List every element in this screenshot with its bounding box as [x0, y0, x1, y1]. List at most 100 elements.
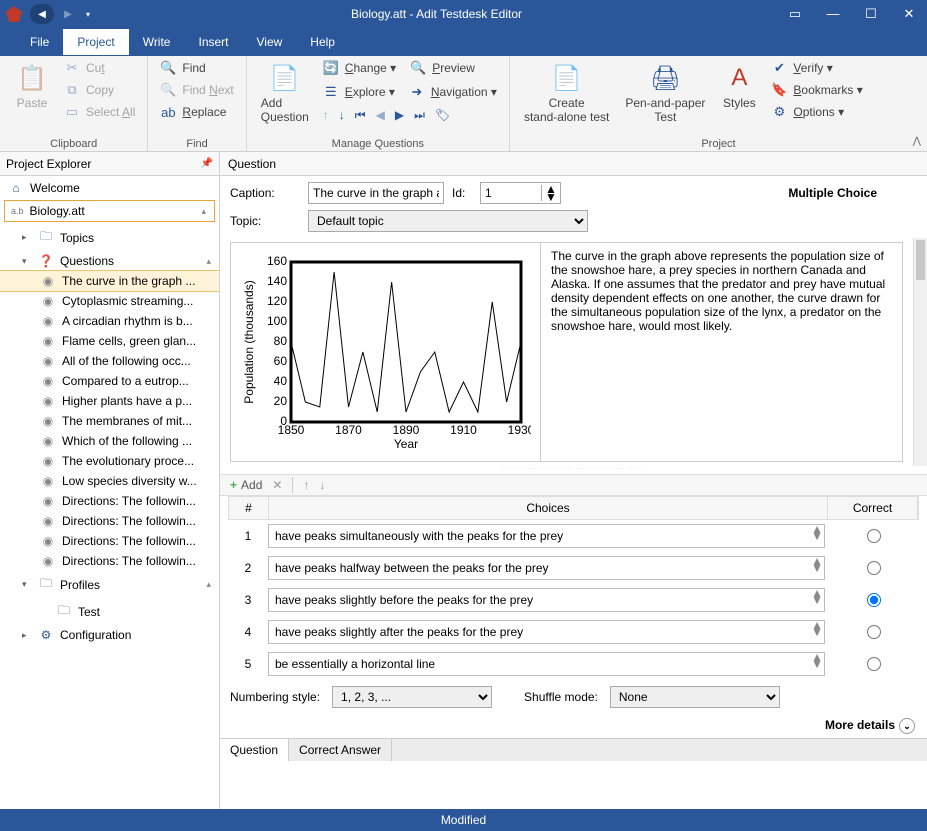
file-item[interactable]: a.bBiology.att▴ [4, 200, 215, 222]
choice-text-input[interactable] [268, 588, 825, 612]
id-down-icon[interactable]: ▼ [542, 193, 560, 201]
verify-button[interactable]: ✔Verify ▾ [767, 58, 866, 78]
topics-node[interactable]: ▸🗀Topics [0, 224, 219, 251]
question-item[interactable]: ◉Compared to a eutrop... [0, 371, 219, 391]
styles-icon: A [723, 62, 755, 94]
preview-scrollbar[interactable] [913, 238, 927, 466]
bookmarks-button[interactable]: 🔖Bookmarks ▾ [767, 80, 866, 100]
question-item[interactable]: ◉Directions: The followin... [0, 551, 219, 571]
question-item[interactable]: ◉Flame cells, green glan... [0, 331, 219, 351]
question-item[interactable]: ◉Higher plants have a p... [0, 391, 219, 411]
question-item[interactable]: ◉Which of the following ... [0, 431, 219, 451]
replace-button[interactable]: abReplace [156, 102, 237, 122]
bullet-icon: ◉ [40, 414, 56, 428]
tab-question[interactable]: Question [220, 739, 289, 761]
topic-select[interactable]: Default topic [308, 210, 588, 232]
add-question-button[interactable]: 📄 Add Question [255, 58, 315, 128]
maximize-button[interactable]: ☐ [859, 6, 883, 22]
splitter[interactable]: ······································· [220, 466, 927, 474]
question-item[interactable]: ◉The curve in the graph ... [0, 271, 219, 291]
menu-view[interactable]: View [243, 29, 297, 55]
choice-text-input[interactable] [268, 620, 825, 644]
options-button[interactable]: ⚙Options ▾ [767, 102, 866, 122]
chevron-down-icon: ⌄ [899, 718, 915, 734]
id-spinner[interactable]: ▲▼ [480, 182, 561, 204]
change-button[interactable]: 🔄Change ▾ [319, 58, 400, 78]
find-next-button: 🔍Find Next [156, 80, 237, 100]
question-item[interactable]: ◉Directions: The followin... [0, 491, 219, 511]
more-details-button[interactable]: More details⌄ [220, 714, 927, 738]
add-choice-button[interactable]: +Add [230, 478, 262, 492]
find-button[interactable]: 🔍Find [156, 58, 237, 78]
nav-bookmark-icon[interactable]: 🏷 [435, 108, 450, 123]
minimize-button[interactable]: — [821, 6, 845, 22]
profile-test-item[interactable]: 🗀Test [0, 598, 219, 625]
bullet-icon: ◉ [40, 274, 56, 288]
pin-icon[interactable]: 📌 [201, 158, 213, 169]
create-standalone-button[interactable]: 📄 Create stand-alone test [518, 58, 615, 128]
correct-radio[interactable] [867, 593, 881, 607]
navigation-button[interactable]: ➜Navigation ▾ [405, 82, 501, 102]
choice-down-icon[interactable]: ▼ [811, 597, 823, 604]
content-area: Question Caption: Id: ▲▼ Multiple Choice… [220, 152, 927, 809]
choices-toolbar: +Add ✕ ↑ ↓ [220, 474, 927, 496]
explore-button[interactable]: ☰Explore ▾ [319, 82, 399, 102]
menu-insert[interactable]: Insert [184, 29, 242, 55]
svg-text:60: 60 [273, 354, 287, 368]
gear-icon: ⚙ [38, 628, 54, 642]
nav-first-icon[interactable]: ⏮ [355, 108, 366, 123]
choice-down-icon[interactable]: ▼ [811, 565, 823, 572]
preview-button[interactable]: 🔍Preview [406, 58, 479, 78]
choice-text-input[interactable] [268, 524, 825, 548]
id-input[interactable] [481, 186, 541, 200]
question-item[interactable]: ◉Directions: The followin... [0, 531, 219, 551]
question-item[interactable]: ◉Cytoplasmic streaming... [0, 291, 219, 311]
correct-radio[interactable] [867, 625, 881, 639]
questions-node[interactable]: ▾❓Questions▴ [0, 251, 219, 271]
menu-file[interactable]: File [16, 29, 63, 55]
move-up-button[interactable]: ↑ [303, 478, 309, 492]
tab-correct-answer[interactable]: Correct Answer [289, 739, 392, 761]
correct-radio[interactable] [867, 657, 881, 671]
bullet-icon: ◉ [40, 494, 56, 508]
svg-text:20: 20 [273, 394, 287, 408]
nav-back-button[interactable]: ◀ [30, 4, 54, 24]
styles-button[interactable]: A Styles [715, 58, 763, 114]
numbering-select[interactable]: 1, 2, 3, ... [332, 686, 492, 708]
menu-write[interactable]: Write [129, 29, 185, 55]
move-down-button[interactable]: ↓ [319, 478, 325, 492]
nav-last-icon[interactable]: ⏭ [414, 108, 425, 123]
nav-down-icon[interactable]: ↓ [339, 108, 345, 123]
caption-label: Caption: [230, 186, 300, 200]
delete-choice-button[interactable]: ✕ [272, 478, 282, 492]
choice-number: 5 [228, 657, 268, 671]
pen-paper-test-button[interactable]: 🖨 Pen-and-paper Test [619, 58, 711, 128]
question-item[interactable]: ◉The membranes of mit... [0, 411, 219, 431]
question-item[interactable]: ◉A circadian rhythm is b... [0, 311, 219, 331]
nav-next-icon[interactable]: ▶ [395, 108, 404, 123]
choice-down-icon[interactable]: ▼ [811, 661, 823, 668]
correct-radio[interactable] [867, 561, 881, 575]
id-label: Id: [452, 186, 472, 200]
menu-help[interactable]: Help [296, 29, 349, 55]
configuration-node[interactable]: ▸⚙Configuration [0, 625, 219, 645]
choice-down-icon[interactable]: ▼ [811, 533, 823, 540]
select-all-button: ▭Select All [60, 102, 139, 122]
choice-text-input[interactable] [268, 556, 825, 580]
profiles-node[interactable]: ▾🗀Profiles▴ [0, 571, 219, 598]
question-item[interactable]: ◉Directions: The followin... [0, 511, 219, 531]
shuffle-select[interactable]: None [610, 686, 780, 708]
ribbon-display-button[interactable]: ▭ [783, 6, 807, 22]
caption-input[interactable] [308, 182, 444, 204]
question-item[interactable]: ◉The evolutionary proce... [0, 451, 219, 471]
question-item[interactable]: ◉All of the following occ... [0, 351, 219, 371]
welcome-item[interactable]: ⌂Welcome [0, 178, 219, 198]
choice-text-input[interactable] [268, 652, 825, 676]
menu-project[interactable]: Project [63, 29, 128, 55]
close-button[interactable]: ✕ [897, 6, 921, 22]
numbering-label: Numbering style: [230, 690, 320, 704]
correct-radio[interactable] [867, 529, 881, 543]
choice-down-icon[interactable]: ▼ [811, 629, 823, 636]
ribbon-collapse-button[interactable]: ⋀ [913, 136, 921, 147]
question-item[interactable]: ◉Low species diversity w... [0, 471, 219, 491]
